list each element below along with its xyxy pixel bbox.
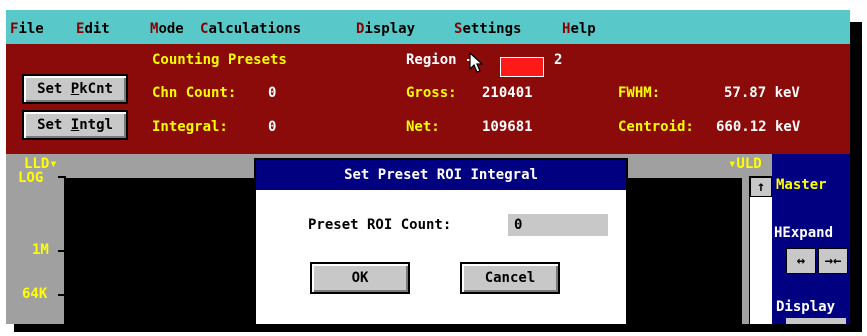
app-window: File Edit Mode Calculations Display Sett… <box>6 10 850 324</box>
menu-calculations-label: alculations <box>208 21 302 37</box>
chn-count-label: Chn Count: <box>152 85 237 101</box>
y-label-1m: 1M <box>32 242 49 258</box>
window-shadow-right <box>850 22 862 332</box>
menu-display[interactable]: Display <box>356 19 415 39</box>
window-shadow-bottom <box>14 324 862 332</box>
set-pkcnt-suffix: kCnt <box>79 81 113 97</box>
set-intgl-button[interactable]: Set Intgl <box>22 110 128 140</box>
net-value: 109681 <box>482 119 533 135</box>
fwhm-value: 57.87 keV <box>724 85 800 101</box>
region-number: 2 <box>554 52 563 68</box>
ok-button[interactable]: OK <box>310 262 410 294</box>
integral-value: 0 <box>268 119 277 135</box>
vertical-scrollbar[interactable]: ↑ <box>749 176 773 324</box>
expand-button[interactable]: ↔ <box>786 248 816 274</box>
master-label: Master <box>776 177 827 193</box>
centroid-label: Centroid: <box>618 119 694 135</box>
net-label: Net: <box>406 119 440 135</box>
set-pkcnt-hotkey: P <box>70 81 80 97</box>
menu-settings[interactable]: Settings <box>454 19 521 39</box>
menu-mode-label: ode <box>158 21 184 37</box>
menu-file[interactable]: File <box>10 19 44 39</box>
menu-calculations[interactable]: Calculations <box>200 19 301 39</box>
menu-help[interactable]: Help <box>562 19 596 39</box>
gross-label: Gross: <box>406 85 457 101</box>
menu-help-label: elp <box>570 21 596 37</box>
uld-marker[interactable]: ▾ULD <box>728 156 762 172</box>
set-intgl-suffix: ntgl <box>79 117 113 133</box>
set-intgl-hotkey: I <box>70 117 80 133</box>
menu-display-label: isplay <box>364 21 416 37</box>
fwhm-label: FWHM: <box>618 85 661 101</box>
preset-roi-count-input[interactable]: 0 <box>508 214 608 236</box>
menu-mode[interactable]: Mode <box>150 19 184 39</box>
cancel-button[interactable]: Cancel <box>460 262 560 294</box>
set-pkcnt-button[interactable]: Set PkCnt <box>22 74 128 104</box>
y-label-64k: 64K <box>22 286 48 302</box>
mouse-pointer-icon <box>469 52 483 73</box>
right-control-panel: Master HExpand ↔ →← Display <box>772 154 850 324</box>
set-preset-roi-dialog: Set Preset ROI Integral Preset ROI Count… <box>254 158 628 324</box>
dialog-title: Set Preset ROI Integral <box>256 160 626 190</box>
set-pkcnt-prefix: Set <box>37 81 71 97</box>
preset-roi-count-label: Preset ROI Count: <box>308 217 452 233</box>
counting-presets-heading: Counting Presets <box>152 52 287 68</box>
centroid-value: 660.12 keV <box>716 119 801 135</box>
gross-value: 210401 <box>482 85 533 101</box>
region-label: Region - <box>406 52 474 68</box>
chn-count-value: 0 <box>268 85 277 101</box>
hexpand-label: HExpand <box>774 225 834 241</box>
menu-edit-label: dit <box>84 21 110 37</box>
menu-file-label: ile <box>18 21 44 37</box>
set-intgl-prefix: Set <box>37 117 71 133</box>
contract-button[interactable]: →← <box>818 248 848 274</box>
menu-bar: File Edit Mode Calculations Display Sett… <box>6 10 850 44</box>
display-label: Display <box>776 299 836 315</box>
menu-settings-label: ettings <box>462 21 522 37</box>
integral-label: Integral: <box>152 119 228 135</box>
menu-edit[interactable]: Edit <box>76 19 110 39</box>
region-color-swatch[interactable] <box>500 57 544 77</box>
scroll-up-icon[interactable]: ↑ <box>750 177 772 197</box>
log-scale-label: LOG <box>18 170 44 186</box>
